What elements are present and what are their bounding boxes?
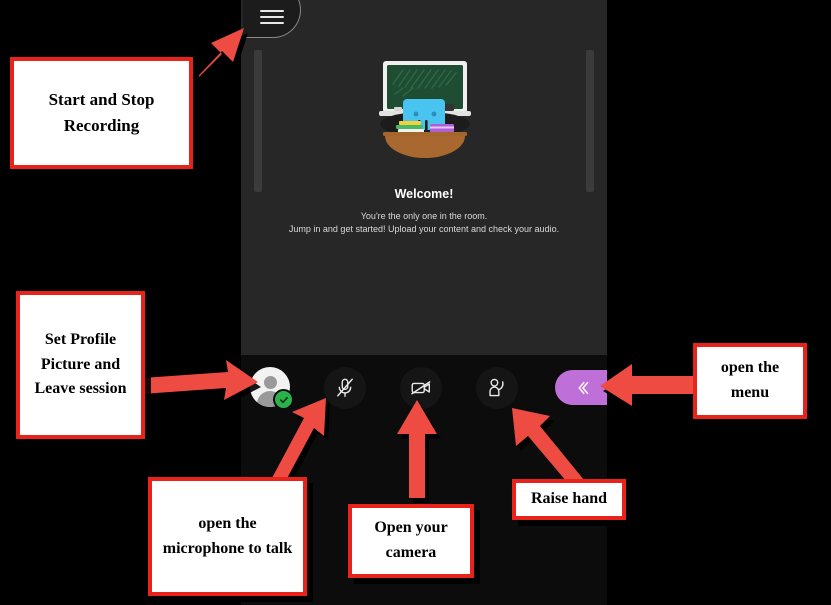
- arrow-to-profile: [142, 360, 261, 405]
- annotation-raise-hand: Raise hand: [512, 479, 626, 520]
- annotation-text: open the menu: [720, 359, 780, 401]
- stage-area: Welcome! You're the only one in the room…: [241, 0, 607, 355]
- raise-hand-icon: [489, 378, 504, 397]
- annotation-open-microphone: open the microphone to talk: [148, 477, 307, 596]
- welcome-block: Welcome! You're the only one in the room…: [241, 54, 607, 236]
- arrow-to-menu: [600, 364, 705, 411]
- annotation-start-stop-recording: Start and Stop Recording: [10, 57, 193, 169]
- arrow-to-camera: [397, 400, 441, 503]
- annotation-text: open the microphone to talk: [162, 514, 293, 557]
- double-chevron-left-icon: [578, 381, 589, 394]
- annotation-text: Set Profile Picture and Leave session: [34, 330, 127, 398]
- welcome-title: Welcome!: [394, 187, 454, 201]
- annotation-text: Open your camera: [374, 519, 448, 561]
- avatar-head: [263, 376, 277, 389]
- annotation-open-camera: Open your camera: [348, 504, 474, 578]
- annotation-text: Raise hand: [530, 490, 608, 508]
- annotation-text: Start and Stop Recording: [48, 89, 155, 135]
- arrow-to-raisehand: [512, 408, 588, 488]
- classroom-illustration: [379, 61, 471, 158]
- annotation-open-menu: open the menu: [693, 343, 807, 419]
- welcome-subtitle: You're the only one in the room. Jump in…: [241, 210, 607, 236]
- welcome-line-2: Jump in and get started! Upload your con…: [288, 224, 560, 234]
- welcome-line-1: You're the only one in the room.: [360, 211, 488, 221]
- camera-off-icon: [411, 381, 431, 395]
- annotation-set-profile-picture: Set Profile Picture and Leave session: [16, 291, 145, 439]
- arrow-to-microphone: [272, 398, 330, 486]
